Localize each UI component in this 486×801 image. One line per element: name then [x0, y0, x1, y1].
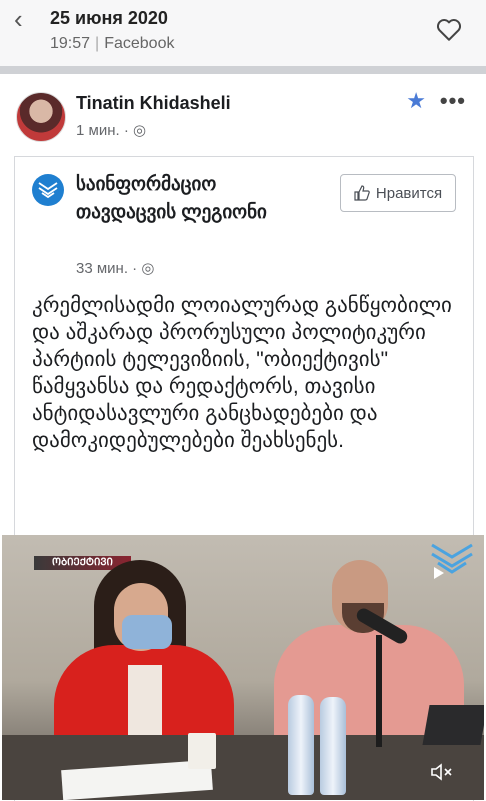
thumbs-up-icon	[354, 185, 370, 201]
avatar[interactable]	[16, 92, 66, 142]
section-divider	[0, 66, 486, 74]
cup	[188, 733, 216, 769]
globe-icon: ◎	[141, 260, 155, 277]
shared-post-time[interactable]: 33 мин.	[76, 260, 128, 277]
post-author[interactable]: Tinatin Khidasheli	[76, 93, 231, 114]
person-left-shirt	[128, 665, 162, 745]
post-time[interactable]: 1 мин.	[76, 122, 120, 139]
mute-icon[interactable]	[430, 762, 454, 782]
more-icon[interactable]: •••	[440, 88, 466, 114]
back-icon[interactable]: ‹	[14, 6, 23, 32]
water-bottle	[320, 697, 346, 795]
shared-page-name[interactable]: საინფორმაციო თავდაცვის ლეგიონი	[76, 171, 306, 227]
shared-post-text: კრემლისადმი ლოიალურად განწყობილი და აშკა…	[32, 294, 452, 452]
header-subline: 19:57 | Facebook	[50, 35, 175, 52]
shared-post-meta: 33 мин. · ◎	[76, 260, 155, 277]
laptop	[422, 705, 484, 745]
like-page-button[interactable]: Нравится	[340, 174, 456, 212]
star-icon[interactable]: ★	[406, 88, 426, 114]
heart-icon[interactable]	[436, 18, 462, 42]
globe-icon: ◎	[133, 122, 147, 139]
video-player[interactable]: ᲝᲑᲘᲔᲥᲢᲘᲕᲘ	[2, 535, 484, 800]
top-bar: ‹ 25 июня 2020 19:57 | Facebook	[0, 0, 486, 66]
channel-watermark-logo	[431, 543, 473, 579]
page-logo[interactable]	[32, 174, 64, 206]
face-mask	[122, 615, 172, 649]
like-button-label: Нравится	[375, 184, 443, 202]
post-meta: 1 мин. · ◎	[76, 122, 147, 139]
shield-icon	[38, 182, 58, 199]
microphone-stand	[376, 635, 382, 747]
header-time: 19:57	[50, 35, 91, 52]
header-date: 25 июня 2020	[50, 8, 168, 28]
water-bottle	[288, 695, 314, 795]
header-source: Facebook	[104, 35, 175, 52]
